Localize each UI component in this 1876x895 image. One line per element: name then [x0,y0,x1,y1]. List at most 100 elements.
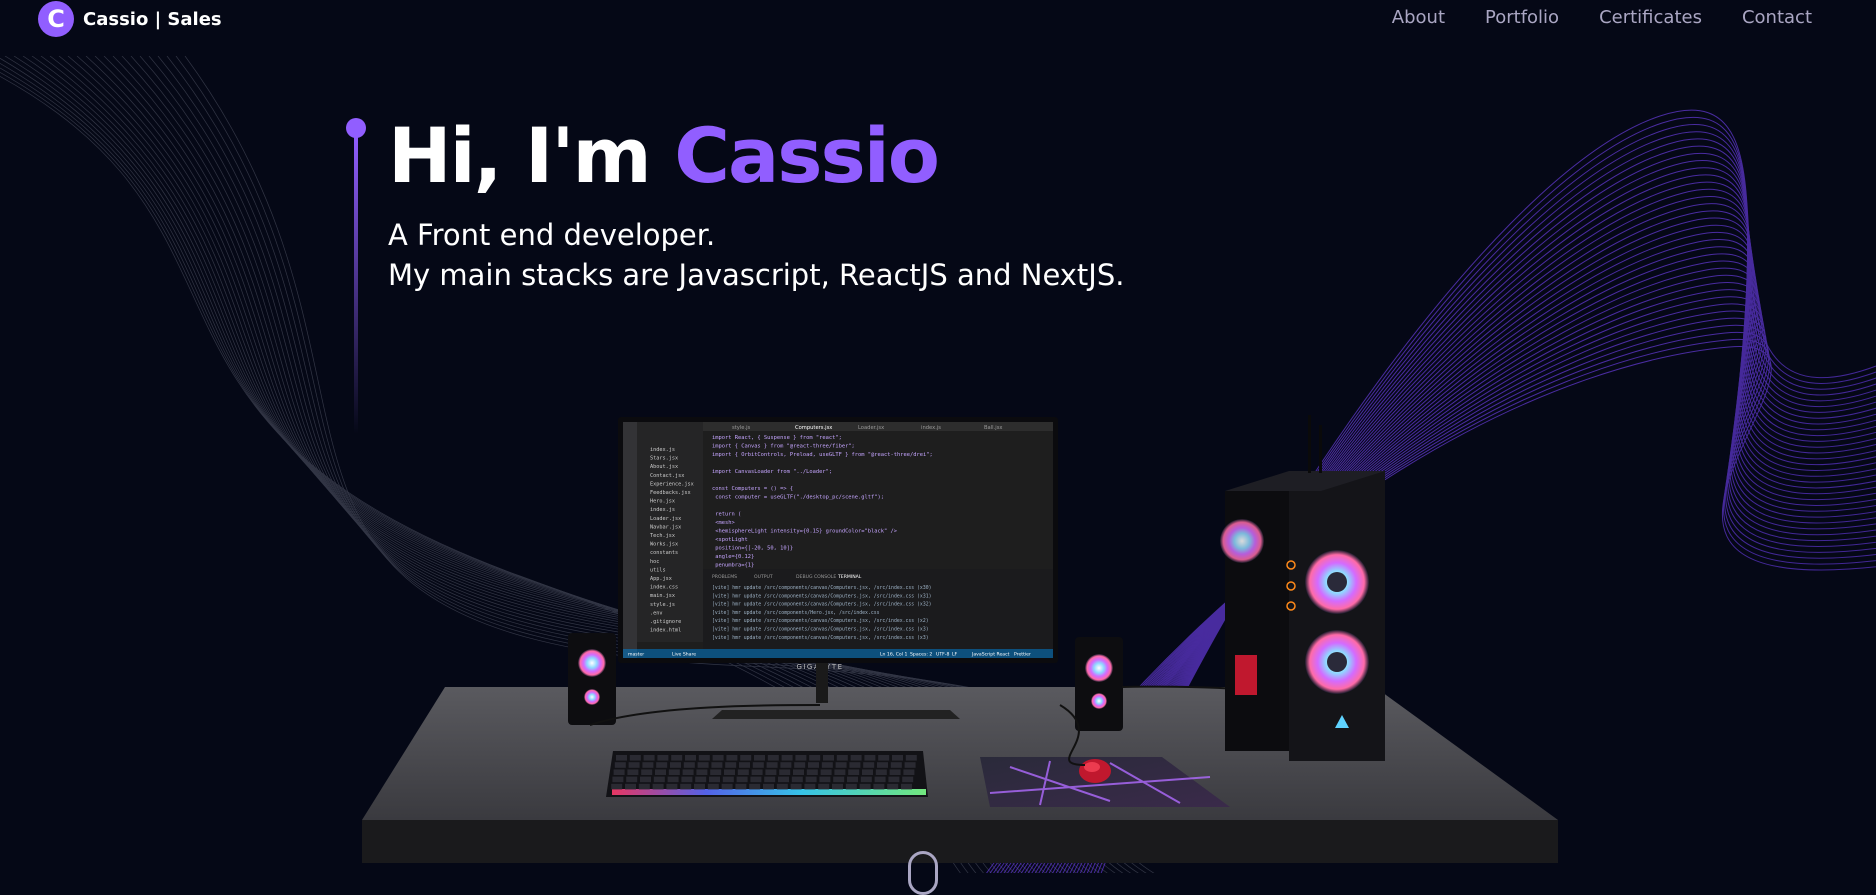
terminal-line: [vite] hmr update /src/components/canvas… [712,593,932,599]
keyboard-key [792,777,803,783]
left-speaker [568,633,616,725]
terminal-line: [vite] hmr update /src/components/canvas… [712,635,929,641]
desktop-pc-canvas[interactable]: index.jsStars.jsxAbout.jsxContact.jsxExp… [350,405,1570,873]
logo-link[interactable]: C Cassio | Sales [38,0,222,38]
keyboard-key [763,784,774,790]
keyboard-key [738,769,749,775]
keyboard-key [739,762,750,768]
scroll-down-icon[interactable] [908,851,938,895]
explorer-file: Works.jsx [650,542,678,548]
right-speaker [1075,637,1123,731]
keyboard-key [627,769,638,775]
keyboard-key [722,784,733,790]
keyboard-key [905,762,916,768]
explorer-file: Tech.jsx [650,533,675,539]
keyboard-key [698,762,709,768]
navbar: C Cassio | Sales About Portfolio Certifi… [0,0,1876,56]
code-line: <mesh> [712,520,735,526]
keyboard-key [901,784,912,790]
keyboard-key [877,762,888,768]
nav-about[interactable]: About [1392,7,1445,28]
keyboard-key [782,755,793,761]
keyboard-key [612,777,623,783]
editor-tab: Ball.jsx [984,425,1002,431]
keyboard-key [653,784,664,790]
keyboard-key [804,784,815,790]
keyboard-key [708,784,719,790]
explorer-file: .gitignore [650,619,681,625]
keyboard-key [793,769,804,775]
keyboard-key [875,777,886,783]
keyboard-key [768,755,779,761]
keyboard-key [611,784,622,790]
keyboard-key [726,755,737,761]
keyboard-key [749,784,760,790]
hero-subtitle-line-1: A Front end developer. [388,215,1124,255]
code-line: import { OrbitControls, Preload, useGLTF… [712,452,933,458]
keyboard-key [642,762,653,768]
explorer-file: hoc [650,559,659,565]
status-bar-item: JavaScript React [971,652,1010,658]
terminal-line: [vite] hmr update /src/components/canvas… [712,618,929,624]
keyboard-key [862,769,873,775]
keyboard-key [669,769,680,775]
code-line: import { Canvas } from "@react-three/fib… [712,444,855,450]
terminal-line: [vite] hmr update /src/components/canvas… [712,585,932,591]
keyboard-key [891,762,902,768]
keyboard-key [834,769,845,775]
keyboard-key [836,762,847,768]
keyboard-key [873,784,884,790]
keyboard-key [695,777,706,783]
explorer-file: Contact.jsx [650,473,684,479]
keyboard-key [754,755,765,761]
keyboard-key [779,769,790,775]
keyboard-key [670,762,681,768]
keyboard-key [750,777,761,783]
explorer-file: index.css [650,585,678,591]
nav-portfolio[interactable]: Portfolio [1485,7,1559,28]
keyboard-key [847,777,858,783]
explorer-file: index.html [650,628,681,634]
keyboard-key [888,777,899,783]
explorer-file: utils [650,567,666,573]
panel-tab: DEBUG CONSOLE [796,574,836,580]
panel-tab: OUTPUT [754,574,773,580]
code-line: angle={0.12} [712,554,754,560]
keyboard-key [737,777,748,783]
terminal-line: [vite] hmr update /src/components/canvas… [712,602,932,608]
status-bar-item: Ln 16, Col 1 [880,652,907,658]
explorer-file: constants [650,550,678,556]
mouse [1079,759,1111,783]
keyboard-key [878,755,889,761]
keyboard-key [851,755,862,761]
keyboard-key [892,755,903,761]
keyboard-key [861,777,872,783]
keyboard-key [671,755,682,761]
keyboard-key [818,784,829,790]
keyboard-key [626,777,637,783]
explorer-file: style.js [650,602,675,608]
keyboard-key [615,762,626,768]
terminal-line: [vite] hmr update /src/components/canvas… [712,627,929,633]
keyboard-key [860,784,871,790]
keyboard-key [711,762,722,768]
keyboard-key [656,762,667,768]
code-line: return ( [712,512,741,518]
code-line: position={[-20, 50, 10]} [712,546,793,552]
keyboard-key [666,784,677,790]
nav-certificates[interactable]: Certificates [1599,7,1702,28]
keyboard-key [710,769,721,775]
panel-tab: PROBLEMS [712,574,737,580]
keyboard-key [765,769,776,775]
code-line: import CanvasLoader from "../Loader"; [712,469,832,475]
keyboard-key [806,777,817,783]
keyboard-key [807,769,818,775]
explorer-file: Experience.jsx [650,481,694,487]
explorer-file: Navbar.jsx [650,524,681,530]
keyboard-key [657,755,668,761]
editor-tab: Computers.jsx [795,425,832,431]
nav-contact[interactable]: Contact [1742,7,1812,28]
keyboard-key [777,784,788,790]
keyboard-key [791,784,802,790]
keyboard-key [809,755,820,761]
